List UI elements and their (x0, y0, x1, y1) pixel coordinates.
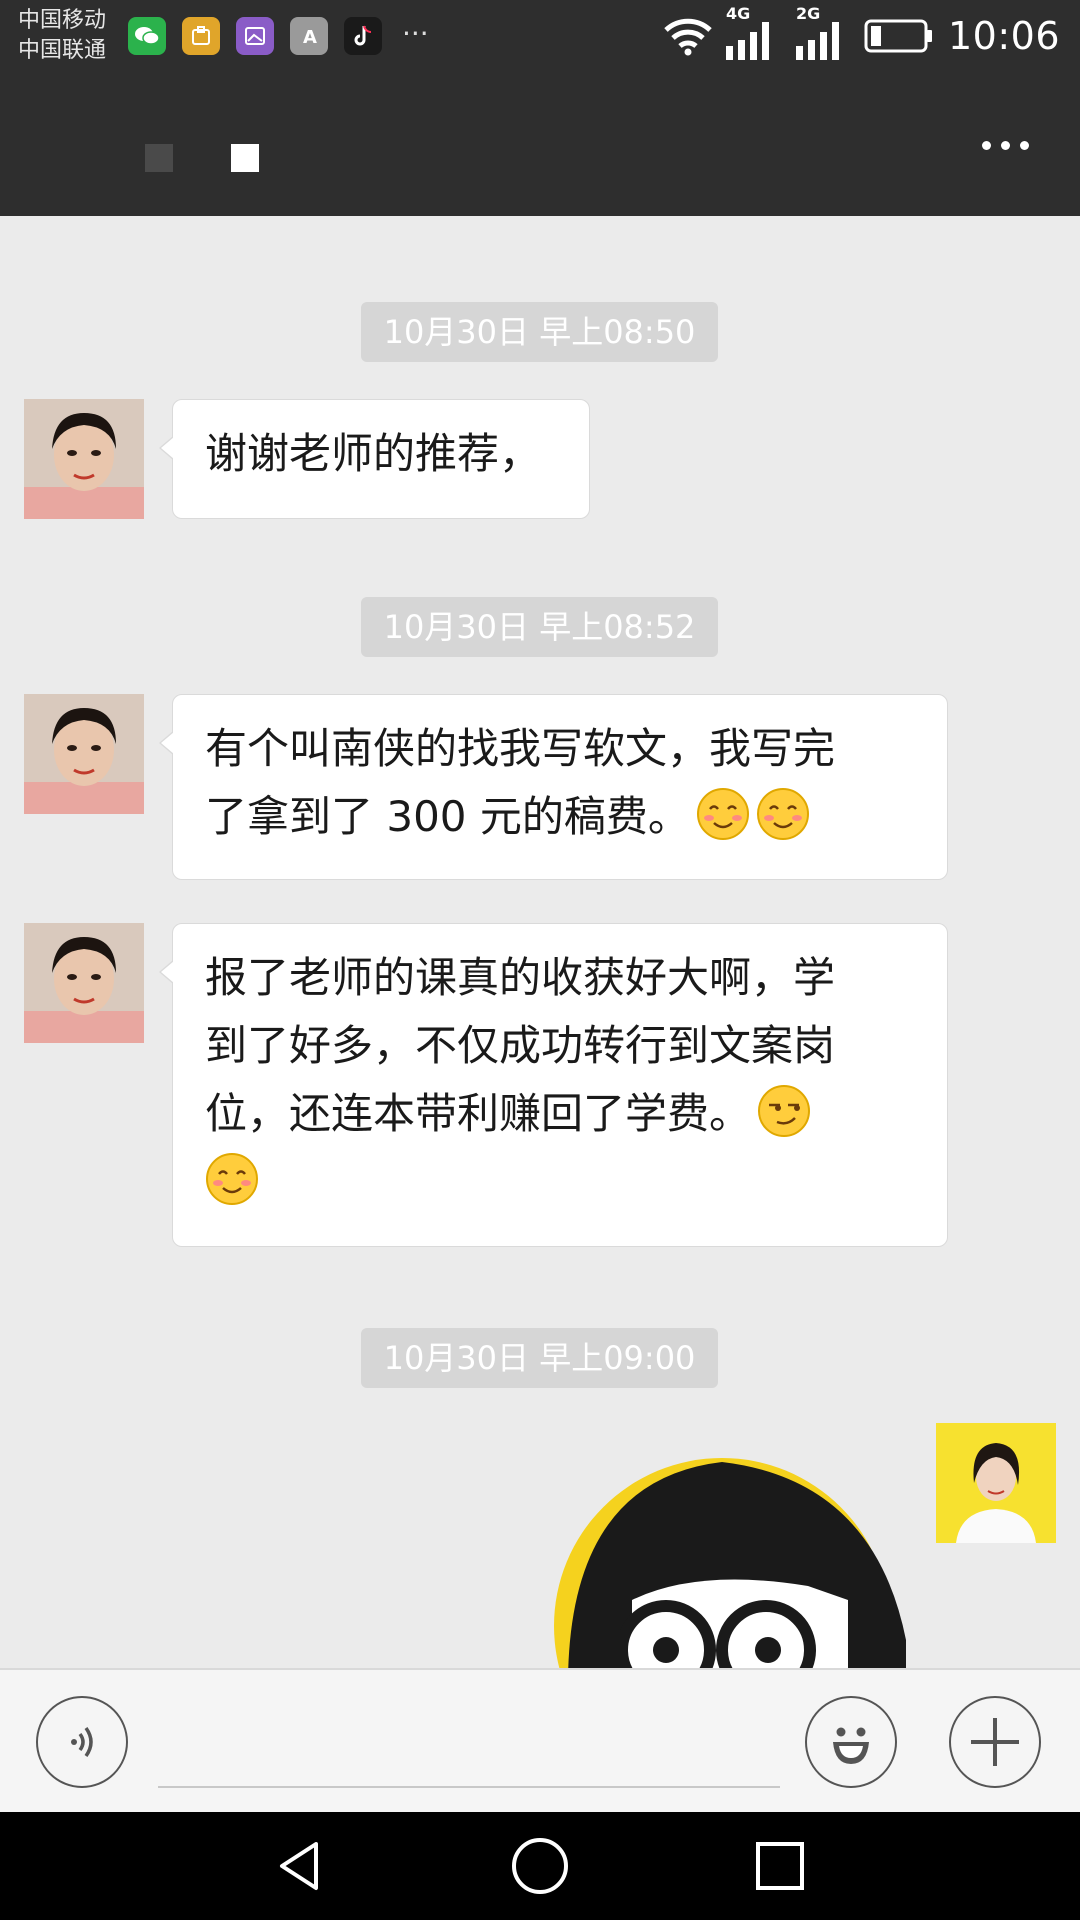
message-timestamp: 10月30日 早上08:50 (361, 302, 718, 362)
signal-1: 4G (722, 4, 780, 64)
dot-icon (1019, 140, 1029, 150)
home-icon[interactable] (510, 1836, 570, 1896)
carrier-1: 中国移动 (18, 8, 107, 33)
sender-avatar[interactable] (24, 399, 144, 519)
more-options-button[interactable] (970, 120, 1040, 170)
svg-text:A: A (303, 27, 317, 47)
obscured-title-left (145, 144, 173, 172)
message-line-text: 位，还连本带利赚回了学费。 (205, 1089, 752, 1138)
status-bar: 中国移动 中国联通 A ··· 4G 2G 10:06 (0, 0, 1080, 80)
battery-icon (864, 19, 932, 53)
message-line-text: 了拿到了 300 元的稿费。 (205, 792, 690, 841)
message-line: 位，还连本带利赚回了学费。 (205, 1080, 917, 1148)
chat-input-bar (0, 1668, 1080, 1814)
avatar-photo (24, 923, 144, 1043)
sender-avatar[interactable] (24, 694, 144, 814)
smiley-icon (833, 1727, 869, 1764)
system-indicators: 4G 2G 10:06 (662, 4, 1060, 64)
plus-icon (971, 1718, 1019, 1766)
message-line: 了拿到了 300 元的稿费。 (205, 783, 917, 851)
tiktok-icon (344, 17, 382, 55)
message-timestamp: 10月30日 早上09:00 (361, 1328, 718, 1388)
own-avatar[interactable] (936, 1423, 1056, 1543)
wallet-icon (182, 17, 220, 55)
clock: 10:06 (947, 14, 1060, 58)
message-line: 有个叫南侠的找我写软文，我写完 (205, 724, 836, 773)
voice-icon (71, 1726, 93, 1758)
back-icon[interactable] (270, 1836, 330, 1896)
sender-avatar[interactable] (24, 923, 144, 1043)
message-bubble[interactable]: 报了老师的课真的收获好大啊，学 到了好多，不仅成功转行到文案岗 位，还连本带利赚… (159, 923, 948, 1247)
avatar-photo (24, 399, 144, 519)
chat-title-bar (0, 80, 1080, 216)
dot-icon (1000, 140, 1010, 150)
wechat-icon (128, 17, 166, 55)
voice-input-button[interactable] (36, 1696, 128, 1788)
system-navigation-bar (0, 1812, 1080, 1920)
signal-bars-icon (795, 22, 839, 60)
message-text-field[interactable] (158, 1786, 780, 1788)
font-icon: A (290, 17, 328, 55)
message-bubble[interactable]: 有个叫南侠的找我写软文，我写完 了拿到了 300 元的稿费。 (159, 694, 948, 880)
cartoon-girl-sticker[interactable] (548, 1450, 912, 1668)
carrier-2: 中国联通 (18, 38, 107, 63)
more-notifications-indicator: ··· (402, 17, 429, 50)
obscured-title-right (231, 144, 259, 172)
blush-emoji-icon (206, 1153, 258, 1205)
notification-icons: A ··· (128, 17, 429, 55)
message-line: 报了老师的课真的收获好大啊，学 (205, 953, 836, 1002)
carrier-info: 中国移动 中国联通 (18, 6, 106, 66)
gallery-icon (236, 17, 274, 55)
avatar-photo (936, 1423, 1056, 1543)
blush-emoji-icon (696, 788, 749, 840)
more-functions-button[interactable] (949, 1696, 1041, 1788)
dot-icon (981, 140, 991, 150)
wifi-icon (664, 18, 712, 56)
recent-apps-icon[interactable] (750, 1836, 810, 1896)
emoji-button[interactable] (805, 1696, 897, 1788)
message-line (205, 1148, 917, 1216)
chat-message-list[interactable]: 10月30日 早上08:50 谢谢老师的推荐， 10月30日 早上08:52 有… (0, 216, 1080, 1668)
message-line: 到了好多，不仅成功转行到文案岗 (205, 1021, 836, 1070)
signal-bars-icon (725, 22, 769, 60)
message-text: 谢谢老师的推荐， (205, 429, 542, 478)
message-bubble[interactable]: 谢谢老师的推荐， (159, 399, 590, 519)
avatar-photo (24, 694, 144, 814)
signal-2: 2G (792, 4, 850, 64)
smirk-emoji-icon (758, 1085, 811, 1137)
blush-emoji-icon (756, 788, 809, 840)
message-timestamp: 10月30日 早上08:52 (361, 597, 718, 657)
